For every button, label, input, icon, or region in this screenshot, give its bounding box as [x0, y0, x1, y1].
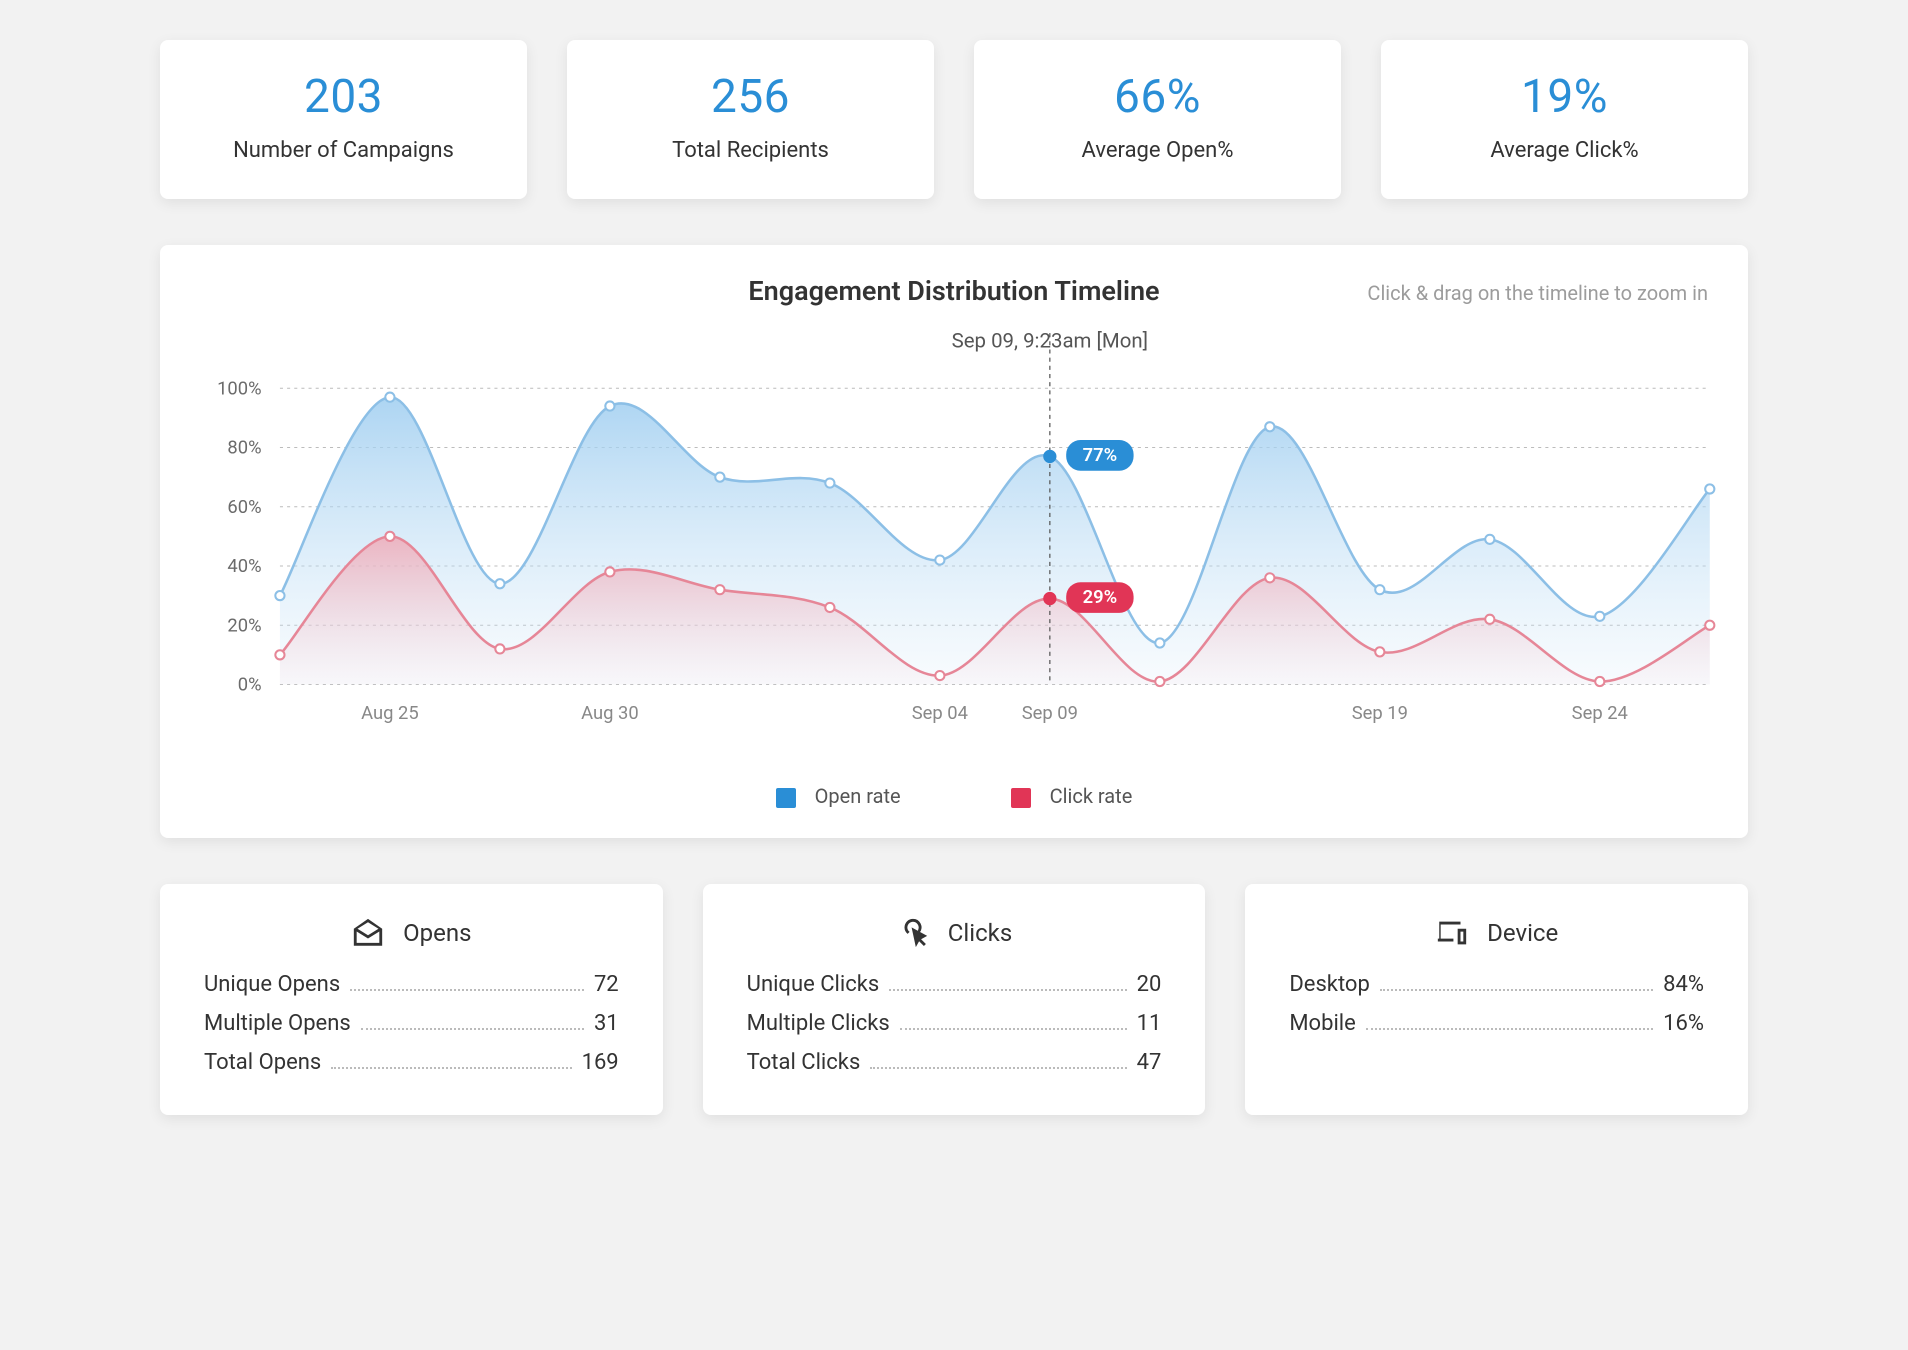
device-header: Device [1289, 916, 1704, 950]
svg-text:100%: 100% [217, 378, 261, 399]
chart-plot-area[interactable]: 0% 20% 40% 60% 80% 100% Aug 25 Aug 30 Sep 04 Sep … [188, 327, 1720, 756]
stat-unique-opens: Unique Opens72 [204, 972, 619, 997]
chart-legend: Open rate Click rate [188, 784, 1720, 808]
svg-text:Sep 19: Sep 19 [1352, 703, 1408, 724]
kpi-campaigns: 203 Number of Campaigns [160, 40, 527, 199]
svg-text:0%: 0% [238, 675, 262, 696]
stat-desktop: Desktop84% [1289, 972, 1704, 997]
opens-header: Opens [204, 916, 619, 950]
clicks-card: Clicks Unique Clicks20 Multiple Clicks11… [703, 884, 1206, 1115]
stat-multiple-clicks: Multiple Clicks11 [747, 1011, 1162, 1036]
devices-icon [1435, 916, 1469, 950]
opens-title: Opens [403, 919, 471, 947]
svg-text:80%: 80% [227, 438, 261, 459]
kpi-open-rate: 66% Average Open% [974, 40, 1341, 199]
stat-mobile: Mobile16% [1289, 1011, 1704, 1036]
kpi-value: 66% [984, 70, 1331, 124]
envelope-open-icon [351, 916, 385, 950]
cursor-click-icon [896, 916, 930, 950]
svg-text:Aug 30: Aug 30 [581, 703, 639, 724]
kpi-value: 19% [1391, 70, 1738, 124]
kpi-label: Average Click% [1391, 138, 1738, 163]
engagement-timeline-chart[interactable]: 0% 20% 40% 60% 80% 100% Aug 25 Aug 30 Sep 04 Sep … [188, 327, 1720, 756]
kpi-label: Number of Campaigns [170, 138, 517, 163]
clicks-title: Clicks [948, 919, 1012, 947]
kpi-row: 203 Number of Campaigns 256 Total Recipi… [160, 40, 1748, 199]
device-card: Device Desktop84% Mobile16% [1245, 884, 1748, 1115]
legend-open-label: Open rate [815, 784, 901, 808]
svg-text:77%: 77% [1083, 445, 1118, 466]
kpi-value: 203 [170, 70, 517, 124]
stat-total-clicks: Total Clicks47 [747, 1050, 1162, 1075]
svg-text:40%: 40% [227, 556, 261, 577]
svg-text:29%: 29% [1083, 587, 1118, 608]
kpi-label: Average Open% [984, 138, 1331, 163]
kpi-click-rate: 19% Average Click% [1381, 40, 1748, 199]
click-rate-swatch [1011, 788, 1031, 808]
svg-text:60%: 60% [227, 497, 261, 518]
legend-open[interactable]: Open rate [776, 784, 901, 808]
kpi-recipients: 256 Total Recipients [567, 40, 934, 199]
svg-text:Sep 09: Sep 09 [1022, 703, 1078, 724]
kpi-value: 256 [577, 70, 924, 124]
svg-text:20%: 20% [227, 615, 261, 636]
clicks-header: Clicks [747, 916, 1162, 950]
svg-text:Sep 24: Sep 24 [1572, 703, 1628, 724]
kpi-label: Total Recipients [577, 138, 924, 163]
svg-text:Aug 25: Aug 25 [361, 703, 419, 724]
svg-text:Sep 04: Sep 04 [912, 703, 968, 724]
engagement-chart-card: Engagement Distribution Timeline Click &… [160, 245, 1748, 838]
stat-unique-clicks: Unique Clicks20 [747, 972, 1162, 997]
open-rate-swatch [776, 788, 796, 808]
legend-click[interactable]: Click rate [1011, 784, 1133, 808]
chart-zoom-hint: Click & drag on the timeline to zoom in [1367, 281, 1708, 305]
svg-text:Sep 09, 9:23am [Mon]: Sep 09, 9:23am [Mon] [952, 328, 1148, 352]
stats-row: Opens Unique Opens72 Multiple Opens31 To… [160, 884, 1748, 1115]
stat-total-opens: Total Opens169 [204, 1050, 619, 1075]
stat-multiple-opens: Multiple Opens31 [204, 1011, 619, 1036]
device-title: Device [1487, 919, 1558, 947]
legend-click-label: Click rate [1050, 784, 1133, 808]
opens-card: Opens Unique Opens72 Multiple Opens31 To… [160, 884, 663, 1115]
